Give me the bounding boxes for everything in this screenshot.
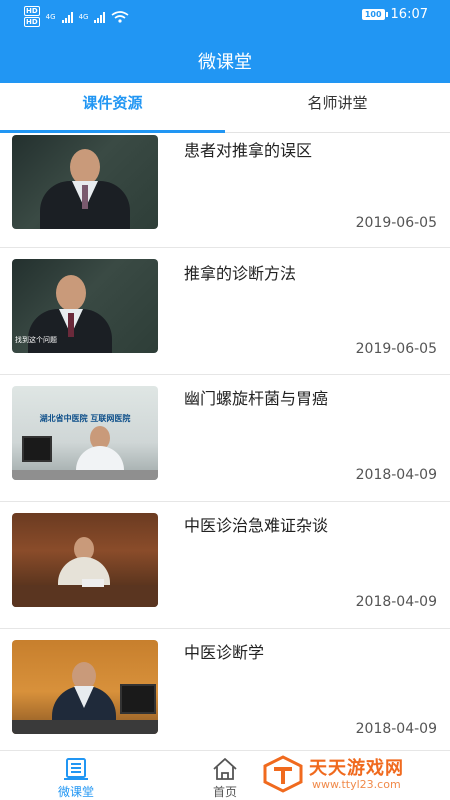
watermark-logo-icon <box>263 755 303 793</box>
course-title: 幽门螺旋杆菌与胃癌 <box>184 389 329 408</box>
network-type-2: 4G <box>78 13 89 21</box>
watermark-url: www.ttyl23.com <box>312 778 401 791</box>
course-title: 推拿的诊断方法 <box>184 264 297 283</box>
nav-micro-course[interactable]: 微课堂 <box>31 751 121 800</box>
app-header: HD HD 4G 4G 100 16:07 微课堂 <box>0 0 450 83</box>
course-title: 患者对推拿的误区 <box>184 141 313 160</box>
nav-home[interactable]: 首页 <box>180 751 270 800</box>
battery-icon: 100 <box>361 9 388 20</box>
list-item[interactable]: 湖北省中医院 互联网医院 幽门螺旋杆菌与胃癌 2018-04-09 <box>0 375 450 502</box>
course-title: 中医诊断学 <box>184 643 265 662</box>
course-date: 2019-06-05 <box>355 341 437 357</box>
network-type-1: 4G <box>45 13 56 21</box>
page-title: 微课堂 <box>198 52 252 73</box>
course-date: 2019-06-05 <box>355 215 437 231</box>
course-title: 中医诊治急难证杂谈 <box>184 516 329 535</box>
course-date: 2018-04-09 <box>355 467 437 483</box>
tab-bar: 课件资源 名师讲堂 <box>0 83 450 133</box>
video-thumbnail <box>12 640 158 734</box>
home-icon <box>213 758 237 780</box>
clock: 16:07 <box>390 7 428 22</box>
watermark: 天天游戏网 www.ttyl23.com <box>262 752 442 796</box>
thumbnail-banner: 湖北省中医院 互联网医院 <box>39 414 131 423</box>
video-thumbnail: 湖北省中医院 互联网医院 <box>12 386 158 480</box>
signal-icon <box>94 11 106 23</box>
course-icon <box>64 758 88 780</box>
tab-famous-teachers[interactable]: 名师讲堂 <box>225 83 450 133</box>
list-item[interactable]: 中医诊断学 2018-04-09 <box>0 629 450 750</box>
signal-icon <box>61 11 73 23</box>
video-thumbnail <box>12 513 158 607</box>
list-item[interactable]: 中医诊治急难证杂谈 2018-04-09 <box>0 502 450 629</box>
tab-course-resources[interactable]: 课件资源 <box>0 83 225 133</box>
active-tab-indicator <box>0 130 225 133</box>
list-item[interactable]: 患者对推拿的误区 2019-06-05 <box>0 134 450 248</box>
thumbnail-caption: 找到这个问题 <box>15 336 57 344</box>
course-list[interactable]: 患者对推拿的误区 2019-06-05 找到这个问题 推拿的诊断方法 2019-… <box>0 134 450 750</box>
video-thumbnail: 找到这个问题 <box>12 259 158 353</box>
hd-badge: HD HD <box>24 6 40 27</box>
watermark-title: 天天游戏网 <box>309 758 404 779</box>
video-thumbnail <box>12 135 158 229</box>
course-date: 2018-04-09 <box>355 594 437 610</box>
status-bar: HD HD 4G 4G 100 16:07 <box>0 0 450 32</box>
list-item[interactable]: 找到这个问题 推拿的诊断方法 2019-06-05 <box>0 248 450 375</box>
nav-label: 首页 <box>212 785 237 799</box>
nav-label: 微课堂 <box>57 785 94 799</box>
wifi-icon <box>111 11 129 23</box>
course-date: 2018-04-09 <box>355 721 437 737</box>
